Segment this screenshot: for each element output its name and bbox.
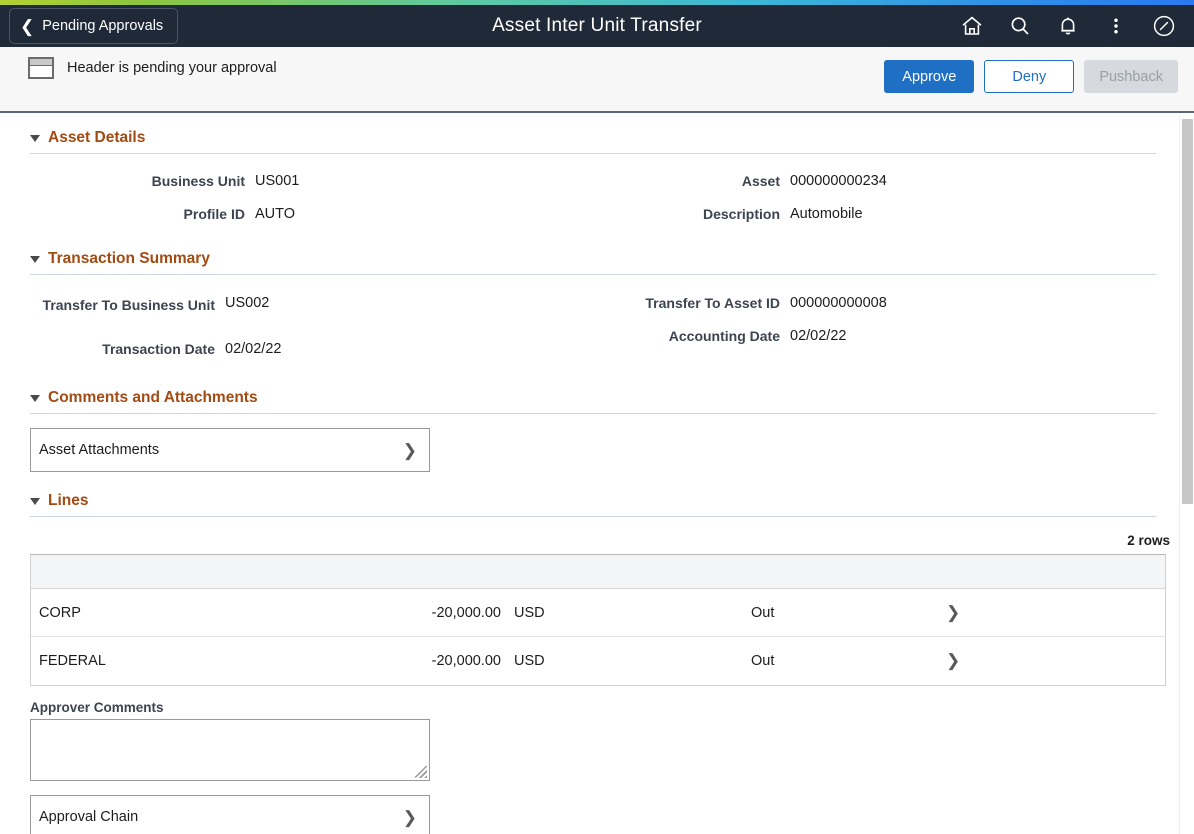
section-header-lines[interactable]: Lines bbox=[30, 472, 1186, 510]
field-value: US001 bbox=[255, 173, 299, 190]
field-value: 02/02/22 bbox=[790, 328, 846, 345]
cell-amount: -20,000.00 bbox=[371, 653, 501, 669]
chevron-right-icon[interactable]: ❯ bbox=[946, 651, 1146, 671]
section-title-comments-attachments: Comments and Attachments bbox=[48, 389, 258, 407]
lines-table-header bbox=[31, 555, 1165, 589]
collapse-triangle-icon bbox=[30, 135, 40, 142]
pending-status: Header is pending your approval bbox=[28, 57, 277, 79]
field-label: Asset bbox=[742, 173, 780, 190]
field-profile-id-value: AUTO bbox=[245, 206, 295, 223]
table-row[interactable]: FEDERAL -20,000.00 USD Out ❯ bbox=[31, 637, 1165, 685]
resize-grip-icon[interactable] bbox=[415, 766, 427, 778]
cell-book: FEDERAL bbox=[31, 653, 371, 669]
scrollbar-thumb[interactable] bbox=[1182, 119, 1193, 504]
approval-chain-button[interactable]: Approval Chain ❯ bbox=[30, 795, 430, 834]
field-value: AUTO bbox=[255, 206, 295, 223]
field-value: 02/02/22 bbox=[225, 341, 281, 358]
table-row[interactable]: CORP -20,000.00 USD Out ❯ bbox=[31, 589, 1165, 637]
field-transfer-to-asset-id-value: 000000000008 bbox=[780, 295, 887, 312]
field-label: Description bbox=[703, 206, 780, 223]
cell-currency: USD bbox=[501, 605, 751, 621]
back-to-pending-approvals-button[interactable]: ❮ Pending Approvals bbox=[9, 8, 178, 44]
field-transaction-date: Transaction Date bbox=[30, 341, 215, 358]
section-header-asset-details[interactable]: Asset Details bbox=[30, 115, 1186, 147]
approval-action-toolbar: Header is pending your approval Approve … bbox=[0, 47, 1194, 113]
cell-book: CORP bbox=[31, 605, 371, 621]
field-description-value: Automobile bbox=[780, 206, 863, 223]
approver-comments-label: Approver Comments bbox=[30, 700, 1186, 715]
field-label: Accounting Date bbox=[669, 328, 780, 345]
field-value: 000000000008 bbox=[790, 295, 887, 312]
field-label: Transaction Date bbox=[102, 341, 215, 358]
field-transaction-date-value: 02/02/22 bbox=[225, 341, 281, 358]
chevron-right-icon: ❯ bbox=[403, 809, 417, 826]
vertical-scrollbar[interactable] bbox=[1179, 115, 1194, 834]
field-transfer-to-business-unit-value: US002 bbox=[225, 295, 269, 312]
field-label: Business Unit bbox=[152, 173, 245, 190]
chevron-right-icon: ❯ bbox=[403, 442, 417, 459]
page-content: Asset Details Business Unit US001 Asset … bbox=[0, 115, 1186, 834]
cell-currency: USD bbox=[501, 653, 751, 669]
asset-attachments-button[interactable]: Asset Attachments ❯ bbox=[30, 428, 430, 472]
field-label: Transfer To Business Unit bbox=[43, 295, 215, 316]
page-header-icon bbox=[28, 57, 54, 79]
cell-direction: Out bbox=[751, 653, 946, 669]
field-accounting-date-value: 02/02/22 bbox=[780, 328, 846, 345]
field-asset-value: 000000000234 bbox=[780, 173, 887, 190]
lines-row-count: 2 rows bbox=[30, 533, 1170, 548]
field-value: Automobile bbox=[790, 206, 863, 223]
home-icon[interactable] bbox=[948, 5, 996, 47]
field-asset: Asset bbox=[500, 173, 780, 190]
collapse-triangle-icon bbox=[30, 395, 40, 402]
transaction-summary-fields: Transfer To Business Unit US002 Transfer… bbox=[30, 275, 1170, 375]
deny-button[interactable]: Deny bbox=[984, 60, 1074, 93]
collapse-triangle-icon bbox=[30, 256, 40, 263]
pushback-button: Pushback bbox=[1084, 60, 1178, 93]
section-header-transaction-summary[interactable]: Transaction Summary bbox=[30, 236, 1186, 268]
field-business-unit: Business Unit bbox=[30, 173, 245, 190]
cell-amount: -20,000.00 bbox=[371, 605, 501, 621]
section-header-comments-attachments[interactable]: Comments and Attachments bbox=[30, 375, 1186, 407]
overflow-menu-icon[interactable] bbox=[1092, 5, 1140, 47]
field-transfer-to-business-unit: Transfer To Business Unit bbox=[30, 295, 215, 316]
chevron-left-icon: ❮ bbox=[20, 18, 34, 35]
approve-button[interactable]: Approve bbox=[884, 60, 974, 93]
cell-direction: Out bbox=[751, 605, 946, 621]
navigator-compass-icon[interactable] bbox=[1140, 5, 1188, 47]
collapse-triangle-icon bbox=[30, 498, 40, 505]
field-business-unit-value: US001 bbox=[245, 173, 299, 190]
section-title-lines: Lines bbox=[48, 492, 88, 510]
asset-attachments-label: Asset Attachments bbox=[39, 442, 403, 458]
asset-details-fields: Business Unit US001 Asset 000000000234 P… bbox=[30, 154, 1170, 236]
lines-table: CORP -20,000.00 USD Out ❯ FEDERAL -20,00… bbox=[30, 554, 1166, 686]
notification-bell-icon[interactable] bbox=[1044, 5, 1092, 47]
header-icon-group bbox=[948, 5, 1188, 47]
field-value: US002 bbox=[225, 295, 269, 312]
chevron-right-icon[interactable]: ❯ bbox=[946, 603, 1146, 623]
approval-chain-label: Approval Chain bbox=[39, 809, 403, 825]
approval-buttons: Approve Deny Pushback bbox=[884, 60, 1178, 93]
search-icon[interactable] bbox=[996, 5, 1044, 47]
field-label: Profile ID bbox=[184, 206, 245, 223]
pending-status-label: Header is pending your approval bbox=[67, 60, 277, 76]
field-value: 000000000234 bbox=[790, 173, 887, 190]
app-header: ❮ Pending Approvals Asset Inter Unit Tra… bbox=[0, 5, 1194, 47]
section-title-asset-details: Asset Details bbox=[48, 129, 145, 147]
field-transfer-to-asset-id: Transfer To Asset ID bbox=[450, 295, 780, 312]
approver-comments-input[interactable] bbox=[30, 719, 430, 781]
field-profile-id: Profile ID bbox=[30, 206, 245, 223]
field-label: Transfer To Asset ID bbox=[645, 295, 780, 312]
field-accounting-date: Accounting Date bbox=[450, 328, 780, 345]
back-button-label: Pending Approvals bbox=[42, 18, 163, 34]
field-description: Description bbox=[500, 206, 780, 223]
section-title-transaction-summary: Transaction Summary bbox=[48, 250, 210, 268]
